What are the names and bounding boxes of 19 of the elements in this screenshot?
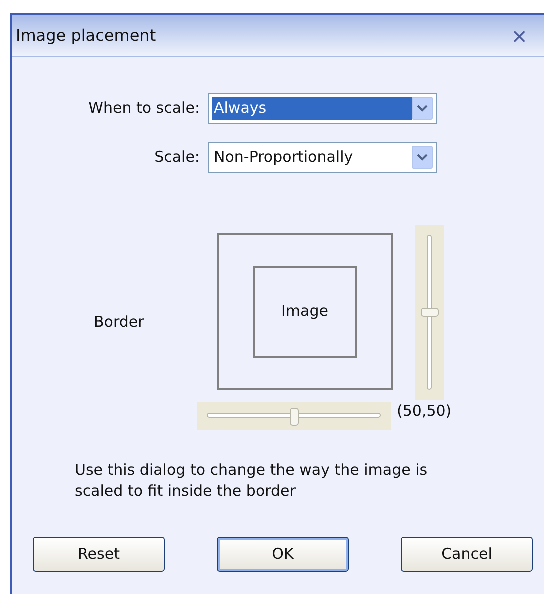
dropdown[interactable]: Always — [208, 93, 437, 124]
description-text: Use this dialog to change the way the image is scaled to fit inside the border — [75, 460, 429, 502]
dialog-button[interactable]: Reset — [33, 537, 165, 572]
border-label: Border — [94, 312, 146, 333]
caret-icon[interactable] — [412, 146, 433, 169]
window-title: Image placement — [16, 24, 156, 46]
vertical-slider[interactable] — [415, 225, 444, 400]
dialog-button[interactable]: OK — [217, 537, 349, 572]
close-button[interactable]: × — [511, 26, 528, 46]
position-reading: (50,50) — [397, 400, 452, 422]
caret-icon[interactable] — [412, 97, 433, 120]
field-label: Scale: — [154, 147, 201, 168]
field-label: When to scale: — [88, 98, 201, 120]
horizontal-slider[interactable] — [197, 402, 391, 430]
slider-thumb[interactable] — [290, 408, 298, 426]
image-label: Image — [282, 301, 328, 322]
dropdown[interactable]: Non-Proportionally — [208, 142, 437, 173]
slider-thumb[interactable] — [421, 308, 439, 317]
dialog-button[interactable]: Cancel — [401, 537, 533, 572]
